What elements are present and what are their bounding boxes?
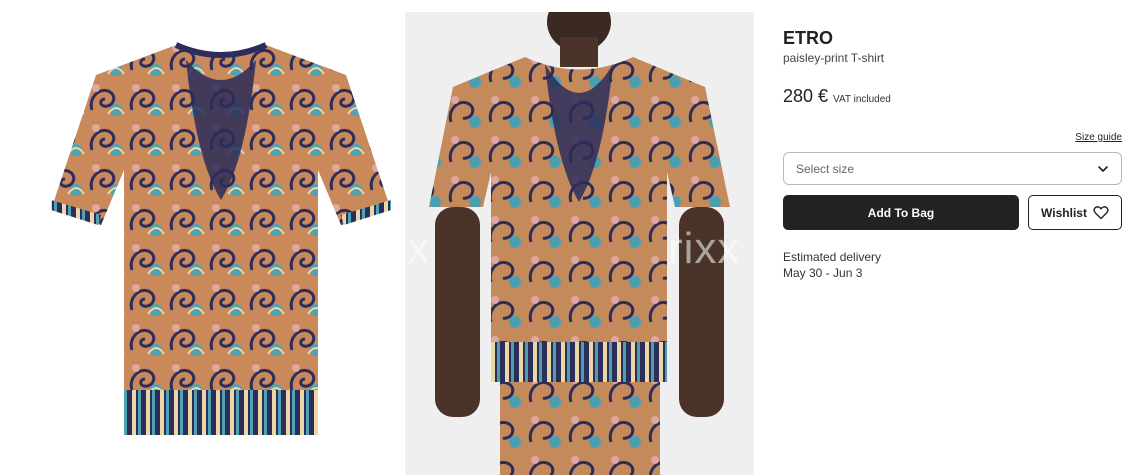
vat-note: VAT included — [833, 94, 891, 105]
estimated-delivery: Estimated delivery May 30 - Jun 3 — [783, 249, 1122, 281]
product-image-model[interactable] — [405, 12, 754, 475]
product-gallery: rixx rixx — [0, 0, 760, 475]
heart-icon — [1093, 206, 1109, 220]
price: 280 € — [783, 86, 829, 106]
product-image-flat[interactable] — [46, 40, 396, 450]
brand-name[interactable]: ETRO — [783, 28, 1122, 48]
tshirt-flat-illustration — [51, 42, 391, 435]
add-to-bag-button[interactable]: Add To Bag — [783, 195, 1019, 230]
wishlist-button[interactable]: Wishlist — [1028, 195, 1122, 230]
model-wearing-tshirt-illustration — [429, 12, 730, 475]
price-row: 280 € VAT included — [783, 86, 1122, 107]
size-select-placeholder: Select size — [796, 161, 855, 176]
action-buttons: Add To Bag Wishlist — [783, 195, 1122, 230]
chevron-down-icon — [1098, 165, 1108, 172]
delivery-label: Estimated delivery — [783, 250, 882, 264]
product-info-panel: ETRO paisley-print T-shirt 280 € VAT inc… — [783, 28, 1122, 281]
size-guide-link[interactable]: Size guide — [1075, 132, 1122, 143]
product-name: paisley-print T-shirt — [783, 51, 885, 65]
delivery-dates: May 30 - Jun 3 — [783, 266, 863, 280]
size-guide-row: Size guide — [783, 127, 1122, 145]
wishlist-label: Wishlist — [1041, 205, 1087, 220]
size-select-dropdown[interactable]: Select size — [783, 152, 1122, 185]
